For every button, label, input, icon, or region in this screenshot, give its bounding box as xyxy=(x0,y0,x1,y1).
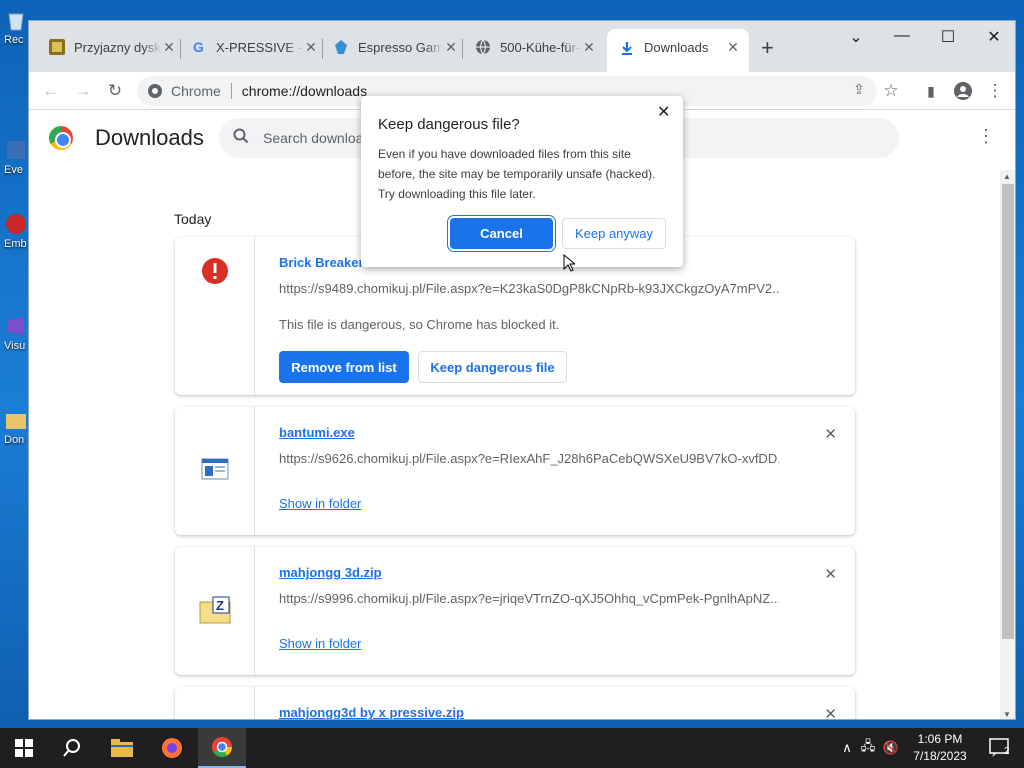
section-date: Today xyxy=(174,211,212,227)
google-favicon-icon: G xyxy=(191,39,207,55)
forward-button[interactable]: → xyxy=(73,81,93,101)
download-item: Z mahjongg 3d.zip https://s9996.chomikuj… xyxy=(175,547,855,675)
show-in-folder-link[interactable]: Show in folder xyxy=(279,636,361,651)
remove-item-icon[interactable]: ✕ xyxy=(824,565,837,583)
clock[interactable]: 1:06 PM 7/18/2023 xyxy=(905,731,975,765)
show-hidden-icons-chevron-icon[interactable]: ∧ xyxy=(838,740,856,756)
close-tab-icon[interactable]: ✕ xyxy=(581,39,597,56)
close-tab-icon[interactable]: ✕ xyxy=(725,39,741,56)
keep-anyway-button[interactable]: Keep anyway xyxy=(562,218,666,249)
download-item: mahjongg3d by x pressive.zip ✕ xyxy=(175,687,855,719)
tab-separator xyxy=(462,39,463,59)
volume-muted-icon[interactable]: 🔇 xyxy=(880,740,902,756)
tab-x-pressive[interactable]: G X-PRESSIVE - C ✕ xyxy=(191,33,319,61)
clock-time: 1:06 PM xyxy=(917,732,963,746)
chrome-logo-icon xyxy=(49,126,73,150)
danger-icon xyxy=(202,258,228,284)
tab-downloads[interactable]: Downloads ✕ xyxy=(607,29,749,72)
dialog-close-icon[interactable]: ✕ xyxy=(657,102,670,122)
tab-strip: Przyjazny dysk ✕ G X-PRESSIVE - C ✕ Espr… xyxy=(29,21,1015,72)
keep-dangerous-file-dialog: Keep dangerous file? ✕ Even if you have … xyxy=(361,96,683,267)
url-text: chrome://downloads xyxy=(241,83,368,99)
close-tab-icon[interactable]: ✕ xyxy=(303,39,319,56)
notification-count-badge: 2 xyxy=(1004,746,1010,757)
file-explorer-button[interactable] xyxy=(98,728,146,768)
download-filename[interactable]: bantumi.exe xyxy=(279,425,355,440)
scrollbar-thumb[interactable] xyxy=(1002,184,1014,639)
show-in-folder-link[interactable]: Show in folder xyxy=(279,496,361,511)
search-icon xyxy=(63,739,80,757)
tab-przyjazny-dysk[interactable]: Przyjazny dysk ✕ xyxy=(49,33,177,61)
tab-separator xyxy=(180,39,181,59)
chrome-icon xyxy=(148,84,162,98)
scrollbar[interactable]: ▲ ▼ xyxy=(1000,170,1015,719)
espresso-favicon-icon xyxy=(333,39,349,55)
download-url: https://s9489.chomikuj.pl/File.aspx?e=K2… xyxy=(279,281,779,296)
search-icon xyxy=(233,128,249,149)
download-url: https://s9626.chomikuj.pl/File.aspx?e=RI… xyxy=(279,451,779,466)
share-icon[interactable]: ⇪ xyxy=(849,81,869,98)
dialog-title: Keep dangerous file? xyxy=(378,116,520,133)
tab-separator xyxy=(322,39,323,59)
notifications-button[interactable]: 2 xyxy=(976,728,1024,768)
close-window-button[interactable]: ✕ xyxy=(971,27,1015,47)
menu-kebab-icon[interactable]: ⋮ xyxy=(985,81,1005,101)
start-button[interactable] xyxy=(0,728,48,768)
zip-file-icon: Z xyxy=(199,596,231,624)
close-tab-icon[interactable]: ✕ xyxy=(161,39,177,56)
mouse-cursor-icon xyxy=(563,254,575,272)
game-favicon-icon xyxy=(49,39,65,55)
cancel-button[interactable]: Cancel xyxy=(450,218,553,249)
close-tab-icon[interactable]: ✕ xyxy=(443,39,459,56)
tab-espresso-games[interactable]: Espresso Game ✕ xyxy=(333,33,459,61)
svg-text:Z: Z xyxy=(216,598,224,613)
bookmark-star-icon[interactable]: ☆ xyxy=(881,81,901,101)
downloads-menu-icon[interactable]: ⋮ xyxy=(977,126,995,147)
download-favicon-icon xyxy=(619,40,635,56)
remove-item-icon[interactable]: ✕ xyxy=(824,425,837,443)
svg-text:G: G xyxy=(193,39,204,55)
omnibox-separator xyxy=(230,83,232,99)
scroll-down-icon[interactable]: ▼ xyxy=(1003,710,1011,719)
new-tab-button[interactable]: + xyxy=(761,35,774,61)
page-title: Downloads xyxy=(95,125,204,150)
network-icon[interactable]: 🖧 xyxy=(856,737,880,759)
windows-logo-icon xyxy=(15,739,33,757)
maximize-button[interactable]: ☐ xyxy=(925,27,971,47)
firefox-button[interactable] xyxy=(148,728,196,768)
back-button[interactable]: ← xyxy=(41,81,61,101)
tab-500-kuhe[interactable]: 500-Kühe-für- ✕ xyxy=(475,33,597,61)
exe-file-icon xyxy=(201,458,229,480)
folder-icon xyxy=(111,739,133,757)
download-item: bantumi.exe https://s9626.chomikuj.pl/Fi… xyxy=(175,407,855,535)
remove-from-list-button[interactable]: Remove from list xyxy=(279,351,409,383)
chrome-icon xyxy=(212,737,233,758)
keep-dangerous-file-button[interactable]: Keep dangerous file xyxy=(418,351,567,383)
tab-search-chevron-icon[interactable]: ⌄ xyxy=(833,27,879,47)
system-tray: ∧ 🖧 🔇 xyxy=(838,728,902,768)
taskbar: ∧ 🖧 🔇 1:06 PM 7/18/2023 2 xyxy=(0,728,1024,768)
clock-date: 7/18/2023 xyxy=(913,749,967,763)
reload-button[interactable]: ↻ xyxy=(105,81,125,101)
danger-message: This file is dangerous, so Chrome has bl… xyxy=(279,317,560,332)
scroll-up-icon[interactable]: ▲ xyxy=(1003,172,1011,181)
firefox-icon xyxy=(162,738,182,758)
chrome-taskbar-button[interactable] xyxy=(198,728,246,768)
remove-item-icon[interactable]: ✕ xyxy=(824,705,837,719)
dialog-body: Even if you have downloaded files from t… xyxy=(378,147,656,201)
download-filename[interactable]: mahjongg3d by x pressive.zip xyxy=(279,705,464,719)
search-button[interactable] xyxy=(48,728,96,768)
download-filename[interactable]: mahjongg 3d.zip xyxy=(279,565,382,580)
side-panel-icon[interactable]: ▮ xyxy=(921,83,941,100)
download-url: https://s9996.chomikuj.pl/File.aspx?e=jr… xyxy=(279,591,779,606)
globe-favicon-icon xyxy=(475,39,491,55)
minimize-button[interactable]: — xyxy=(879,27,925,45)
profile-avatar-icon[interactable] xyxy=(953,81,973,106)
site-info-chip[interactable]: Chrome xyxy=(147,83,221,99)
